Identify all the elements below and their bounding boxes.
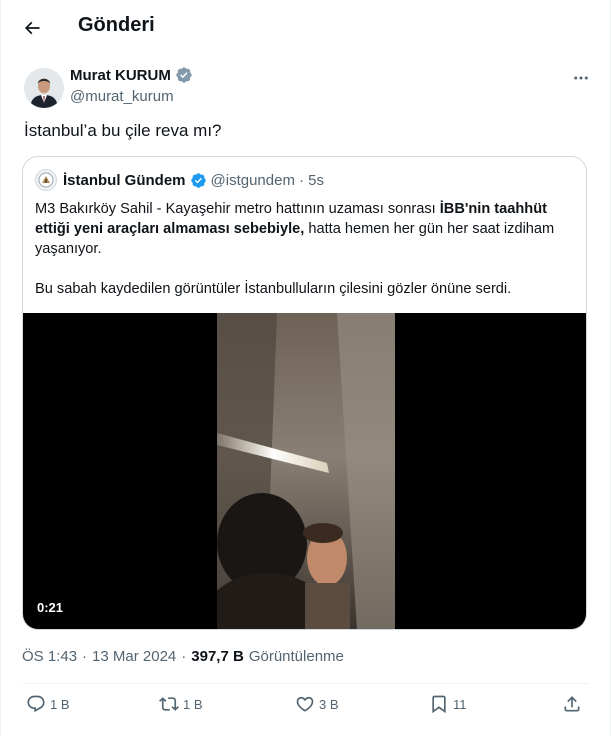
more-options-button[interactable]: [567, 66, 595, 90]
quote-text: M3 Bakırköy Sahil - Kayaşehir metro hatt…: [35, 199, 575, 299]
verified-badge-icon: [176, 67, 192, 83]
author-handle[interactable]: @murat_kurum: [70, 88, 174, 105]
share-icon: [564, 696, 580, 712]
separator: ·: [181, 648, 187, 665]
like-count: 3 B: [319, 696, 339, 712]
quote-author-avatar[interactable]: [35, 169, 57, 191]
more-horizontal-icon: [574, 76, 588, 80]
quote-paragraph-1: M3 Bakırköy Sahil - Kayaşehir metro hatt…: [35, 199, 575, 259]
bookmark-icon: [432, 695, 446, 714]
bookmark-button[interactable]: 11: [429, 694, 467, 714]
verified-badge-icon: [190, 172, 206, 188]
separator: ·: [82, 648, 88, 665]
quote-paragraph-2: Bu sabah kaydedilen görüntüler İstanbull…: [35, 281, 512, 297]
tweet-meta: ÖS 1:43 · 13 Mar 2024 · 397,7 B Görüntül…: [22, 648, 344, 665]
repost-count: 1 B: [183, 696, 203, 712]
video-frame: [217, 313, 395, 629]
reply-icon: [27, 695, 45, 713]
tweet-date[interactable]: 13 Mar 2024: [92, 648, 176, 665]
author-name[interactable]: Murat KURUM: [70, 67, 171, 84]
tweet-author: Murat KURUM @murat_kurum: [16, 64, 595, 112]
video-duration: 0:21: [37, 600, 64, 615]
reply-button[interactable]: 1 B: [26, 694, 70, 714]
quote-author-name[interactable]: İstanbul Gündem: [63, 172, 186, 189]
bookmark-count: 11: [453, 696, 467, 712]
emblem-icon: [38, 172, 54, 188]
author-avatar[interactable]: [24, 68, 64, 108]
views-label: Görüntülenme: [248, 648, 344, 665]
reply-count: 1 B: [50, 696, 70, 712]
tweet-time[interactable]: ÖS 1:43: [22, 648, 77, 665]
quote-author-handle[interactable]: @istgundem: [211, 172, 295, 189]
arrow-left-icon: [24, 21, 40, 35]
views-count: 397,7 B: [191, 648, 244, 665]
share-button[interactable]: [562, 694, 582, 714]
heart-icon: [296, 696, 314, 712]
repost-button[interactable]: 1 B: [159, 694, 203, 714]
quoted-tweet[interactable]: İstanbul Gündem @istgundem · 5s M3 Bakır…: [22, 156, 587, 630]
left-border: [0, 0, 1, 736]
repost-icon: [159, 697, 179, 711]
video-player[interactable]: 0:21: [23, 313, 586, 629]
top-bar: Gönderi: [0, 0, 611, 56]
tweet-text: İstanbul’a bu çile reva mı?: [24, 121, 222, 140]
back-button[interactable]: [16, 12, 48, 44]
divider: [22, 683, 589, 684]
quote-text-part: M3 Bakırköy Sahil - Kayaşehir metro hatt…: [35, 201, 440, 217]
page-title: Gönderi: [78, 14, 155, 36]
like-button[interactable]: 3 B: [295, 694, 339, 714]
action-bar: 1 B 1 B 3 B 11: [22, 690, 589, 726]
quote-timestamp[interactable]: · 5s: [299, 172, 324, 189]
